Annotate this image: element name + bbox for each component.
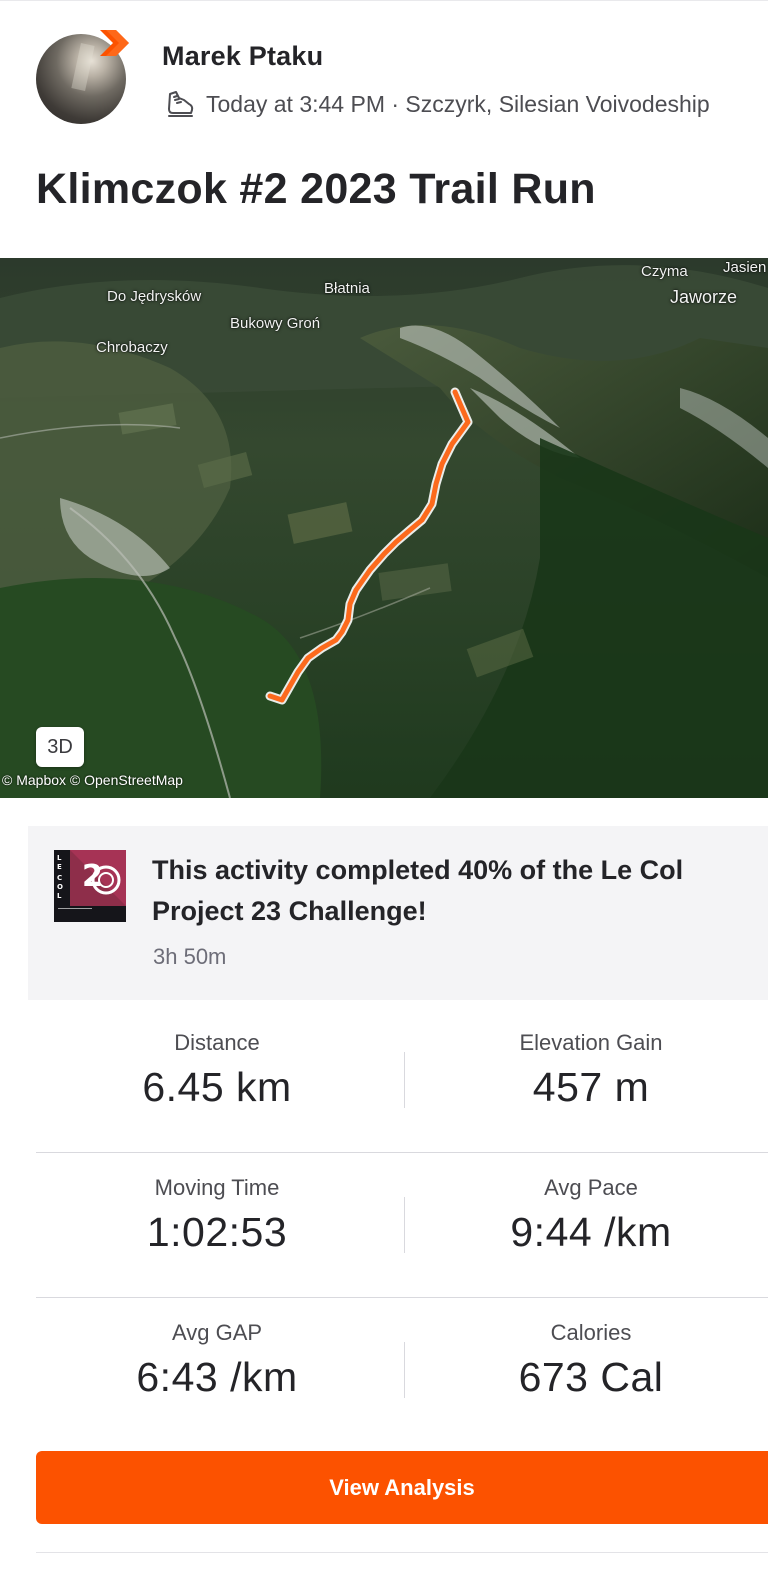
activity-title[interactable]: Klimczok #2 2023 Trail Run: [36, 165, 596, 214]
map-label-jasien: Jasien: [723, 259, 767, 276]
le-col-project-23-badge-icon: 2 L E C O L: [54, 850, 126, 922]
stat-divider: [404, 1342, 405, 1398]
challenge-duration: 3h 50m: [153, 944, 227, 969]
athlete-avatar[interactable]: [36, 28, 132, 124]
stat-value: 9:44 /km: [510, 1209, 672, 1255]
view-analysis-button[interactable]: View Analysis: [36, 1451, 768, 1524]
row-divider: [36, 1297, 768, 1298]
stat-label: Elevation Gain: [519, 1030, 663, 1055]
row-divider: [36, 1152, 768, 1153]
svg-text:E: E: [57, 863, 62, 871]
toggle-3d-button[interactable]: 3D: [36, 727, 84, 767]
map-label-blatnia: Błatnia: [324, 280, 370, 297]
stat-label: Moving Time: [154, 1175, 280, 1200]
svg-text:L: L: [57, 892, 62, 900]
stat-value: 1:02:53: [146, 1209, 288, 1255]
stat-value: 457 m: [532, 1064, 650, 1110]
stat-distance: Distance 6.45 km: [37, 1030, 397, 1111]
activity-date-location: Today at 3:44 PM · Szczyrk, Silesian Voi…: [206, 90, 710, 117]
stat-avg-pace: Avg Pace 9:44 /km: [411, 1175, 768, 1256]
stat-value: 6.45 km: [142, 1064, 292, 1110]
stat-label: Avg Pace: [544, 1175, 638, 1200]
stat-avg-gap: Avg GAP 6:43 /km: [37, 1320, 397, 1401]
stat-label: Avg GAP: [171, 1320, 263, 1345]
stat-label: Calories: [550, 1320, 632, 1345]
stat-calories: Calories 673 Cal: [411, 1320, 768, 1401]
stat-value: 673 Cal: [518, 1354, 664, 1400]
svg-text:C: C: [57, 874, 62, 882]
stat-moving-time: Moving Time 1:02:53: [37, 1175, 397, 1256]
challenge-progress-text: This activity completed 40% of the Le Co…: [152, 855, 684, 926]
svg-text:L: L: [57, 854, 62, 862]
stat-value: 6:43 /km: [136, 1354, 298, 1400]
stat-label: Distance: [174, 1030, 260, 1055]
stat-elevation-gain: Elevation Gain 457 m: [411, 1030, 768, 1111]
activity-meta: Today at 3:44 PM · Szczyrk, Silesian Voi…: [164, 87, 710, 121]
stat-divider: [404, 1197, 405, 1253]
strava-chevron-badge-icon: [100, 30, 129, 56]
athlete-name[interactable]: Marek Ptaku: [162, 41, 323, 72]
map-label-do-jedryskow: Do Jędrysków: [107, 288, 202, 305]
top-edge-divider: [0, 0, 768, 1]
map-attribution[interactable]: © Mapbox © OpenStreetMap: [2, 772, 183, 788]
map-label-chrobaczy: Chrobaczy: [96, 339, 168, 356]
route-map[interactable]: Do Jędrysków Błatnia Czyma Jasien Jaworz…: [0, 258, 768, 798]
run-shoe-icon: [168, 91, 194, 117]
map-label-czyma: Czyma: [641, 263, 688, 280]
map-label-jaworze: Jaworze: [670, 287, 738, 307]
map-label-bukowy-gron: Bukowy Groń: [230, 315, 321, 332]
svg-text:O: O: [57, 883, 63, 891]
bottom-divider: [36, 1552, 768, 1553]
stat-divider: [404, 1052, 405, 1108]
challenge-card[interactable]: 2 L E C O L This activity completed 40% …: [28, 826, 768, 1000]
